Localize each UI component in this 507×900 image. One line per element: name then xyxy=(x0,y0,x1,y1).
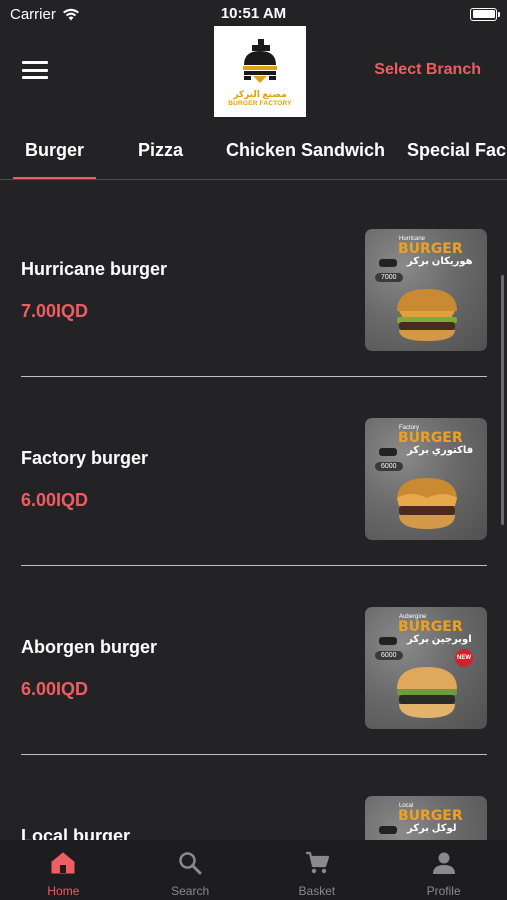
item-price: 6.00IQD xyxy=(21,679,89,699)
image-burger-word: BURGER xyxy=(398,619,463,635)
list-item[interactable]: Aborgen burger 6.00IQD Aubergine BURGER … xyxy=(0,559,507,755)
item-image[interactable]: Hurricane BURGER هوريكان بركر 7000 xyxy=(365,229,487,351)
list-item[interactable]: Factory burger 6.00IQD Factory BURGER فا… xyxy=(0,370,507,566)
item-image[interactable]: Aubergine BURGER اوبرجين بركر 6000 NEW xyxy=(365,607,487,729)
list-item[interactable]: Local burger Local BURGER لوكل بركر xyxy=(0,748,507,840)
logo: مصنع البركر BURGER FACTORY xyxy=(214,26,306,117)
nav-basket[interactable]: Basket xyxy=(254,840,381,900)
image-burger-word: BURGER xyxy=(398,241,463,257)
bottom-nav: Home Search Basket Profile xyxy=(0,840,507,900)
nav-label-home: Home xyxy=(47,884,80,898)
item-image[interactable]: Factory BURGER فاكتوري بركر 6000 xyxy=(365,418,487,540)
header: مصنع البركر BURGER FACTORY Select Branch xyxy=(0,26,507,118)
logo-english-text: BURGER FACTORY xyxy=(228,99,292,107)
item-name: Factory burger xyxy=(21,448,149,468)
cow-icon xyxy=(379,448,397,456)
image-price-tag: 6000 xyxy=(375,462,403,471)
select-branch-button[interactable]: Select Branch xyxy=(374,61,481,79)
cow-icon xyxy=(379,826,397,834)
image-arabic-name: هوريكان بركر xyxy=(407,256,473,267)
tab-burger[interactable]: Burger xyxy=(12,126,97,179)
carrier-label: Carrier xyxy=(10,5,56,23)
image-arabic-name: لوكل بركر xyxy=(407,823,457,834)
home-icon xyxy=(51,852,75,874)
tab-pizza[interactable]: Pizza xyxy=(138,126,183,179)
nav-label-search: Search xyxy=(171,884,210,898)
factory-burger-logo-icon xyxy=(243,38,277,83)
image-burger-word: BURGER xyxy=(398,430,463,446)
image-price-tag: 7000 xyxy=(375,273,403,282)
wifi-icon xyxy=(62,8,79,20)
category-tabs: Burger Pizza Chicken Sandwich Special Fa… xyxy=(0,126,507,180)
search-icon xyxy=(179,852,202,875)
item-name: Hurricane burger xyxy=(21,259,168,279)
profile-icon xyxy=(432,852,455,874)
item-name: Aborgen burger xyxy=(21,637,158,657)
cow-icon xyxy=(379,259,397,267)
tab-chicken-sandwich[interactable]: Chicken Sandwich xyxy=(226,126,385,179)
burger-photo-icon xyxy=(397,667,457,718)
nav-home[interactable]: Home xyxy=(0,840,127,900)
logo-arabic-text: مصنع البركر xyxy=(233,88,287,99)
burger-photo-icon xyxy=(397,478,457,529)
hamburger-menu-button[interactable] xyxy=(22,61,48,81)
nav-label-profile: Profile xyxy=(426,884,461,898)
image-arabic-name: فاكتوري بركر xyxy=(407,445,474,456)
item-price: 6.00IQD xyxy=(21,490,89,510)
tab-special-factory[interactable]: Special Fac xyxy=(407,126,506,179)
menu-list: Hurricane burger 7.00IQD Hurricane BURGE… xyxy=(0,181,507,840)
nav-search[interactable]: Search xyxy=(127,840,254,900)
cart-icon xyxy=(305,851,329,874)
image-burger-word: BURGER xyxy=(398,808,463,824)
nav-profile[interactable]: Profile xyxy=(380,840,507,900)
list-item[interactable]: Hurricane burger 7.00IQD Hurricane BURGE… xyxy=(0,181,507,377)
image-arabic-name: اوبرجين بركر xyxy=(407,634,472,645)
item-name: Local burger xyxy=(21,826,131,840)
battery-icon xyxy=(470,7,500,21)
status-bar: Carrier 10:51 AM xyxy=(0,0,507,28)
nav-label-basket: Basket xyxy=(298,884,336,898)
item-price: 7.00IQD xyxy=(21,301,89,321)
scrollbar[interactable] xyxy=(501,275,504,525)
burger-photo-icon xyxy=(397,289,457,341)
image-price-tag: 6000 xyxy=(375,651,403,660)
cow-icon xyxy=(379,637,397,645)
item-image[interactable]: Local BURGER لوكل بركر xyxy=(365,796,487,840)
